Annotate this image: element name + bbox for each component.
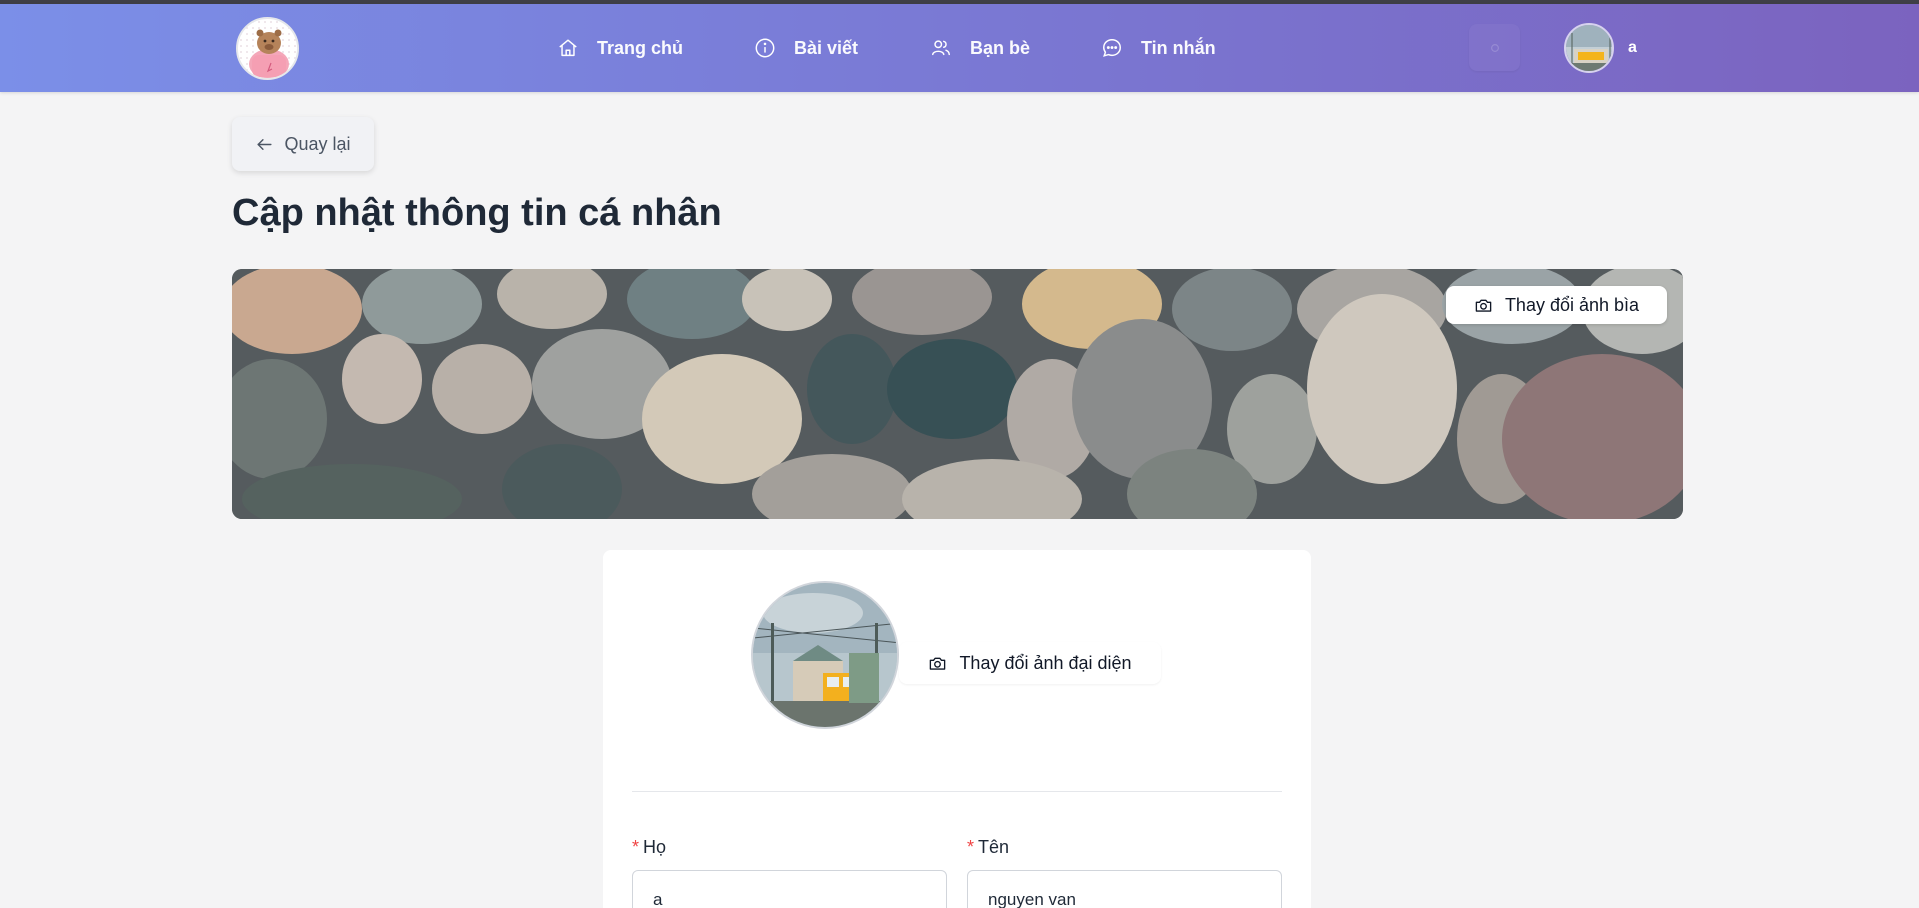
first-name-input[interactable] (967, 870, 1282, 908)
theme-toggle-button[interactable] (1469, 24, 1520, 71)
change-avatar-label: Thay đổi ảnh đại diện (959, 652, 1132, 673)
home-icon (559, 39, 577, 57)
message-icon (1103, 39, 1121, 57)
back-button-label: Quay lại (284, 133, 351, 154)
profile-avatar[interactable] (751, 581, 899, 729)
nav-item-label: Bạn bè (970, 37, 1031, 58)
arrow-left-icon (257, 138, 273, 150)
page-title: Cập nhật thông tin cá nhân (232, 192, 722, 234)
required-mark: * (632, 837, 640, 857)
change-avatar-button[interactable]: Thay đổi ảnh đại diện (899, 642, 1161, 684)
site-logo[interactable] (236, 17, 299, 80)
nav-item-label: Trang chủ (597, 37, 684, 58)
change-cover-label: Thay đổi ảnh bìa (1504, 294, 1640, 315)
user-menu[interactable]: a (1564, 22, 1637, 74)
camera-icon (930, 657, 946, 670)
nav-item-home[interactable]: Trang chủ (557, 4, 683, 92)
last-name-input[interactable] (632, 870, 947, 908)
nav-item-messages[interactable]: Tin nhắn (1101, 4, 1216, 92)
nav-item-label: Tin nhắn (1141, 37, 1216, 58)
sun-icon (1490, 43, 1499, 52)
last-name-label-text: Họ (643, 837, 667, 857)
change-cover-button[interactable]: Thay đổi ảnh bìa (1446, 286, 1667, 324)
capybara-logo-icon (238, 19, 297, 78)
top-navbar: Trang chủ Bài viết Bạn bè Tin nhắn a (0, 4, 1919, 92)
first-name-label-text: Tên (978, 837, 1010, 857)
profile-form-card: Thay đổi ảnh đại diện * Họ * Tên (603, 550, 1311, 908)
first-name-label: * Tên (967, 837, 1009, 858)
camera-icon (1475, 299, 1492, 312)
user-name: a (1628, 39, 1637, 56)
users-icon (932, 40, 950, 56)
back-button[interactable]: Quay lại (232, 117, 374, 171)
user-avatar-image (1566, 25, 1612, 71)
divider (632, 791, 1282, 792)
nav-item-friends[interactable]: Bạn bè (930, 4, 1030, 92)
required-mark: * (967, 837, 975, 857)
nav-item-posts[interactable]: Bài viết (754, 4, 858, 92)
nav-item-label: Bài viết (794, 37, 859, 58)
last-name-label: * Họ (632, 837, 666, 858)
profile-avatar-image (753, 583, 897, 727)
avatar (1564, 23, 1614, 73)
info-icon (755, 38, 775, 58)
